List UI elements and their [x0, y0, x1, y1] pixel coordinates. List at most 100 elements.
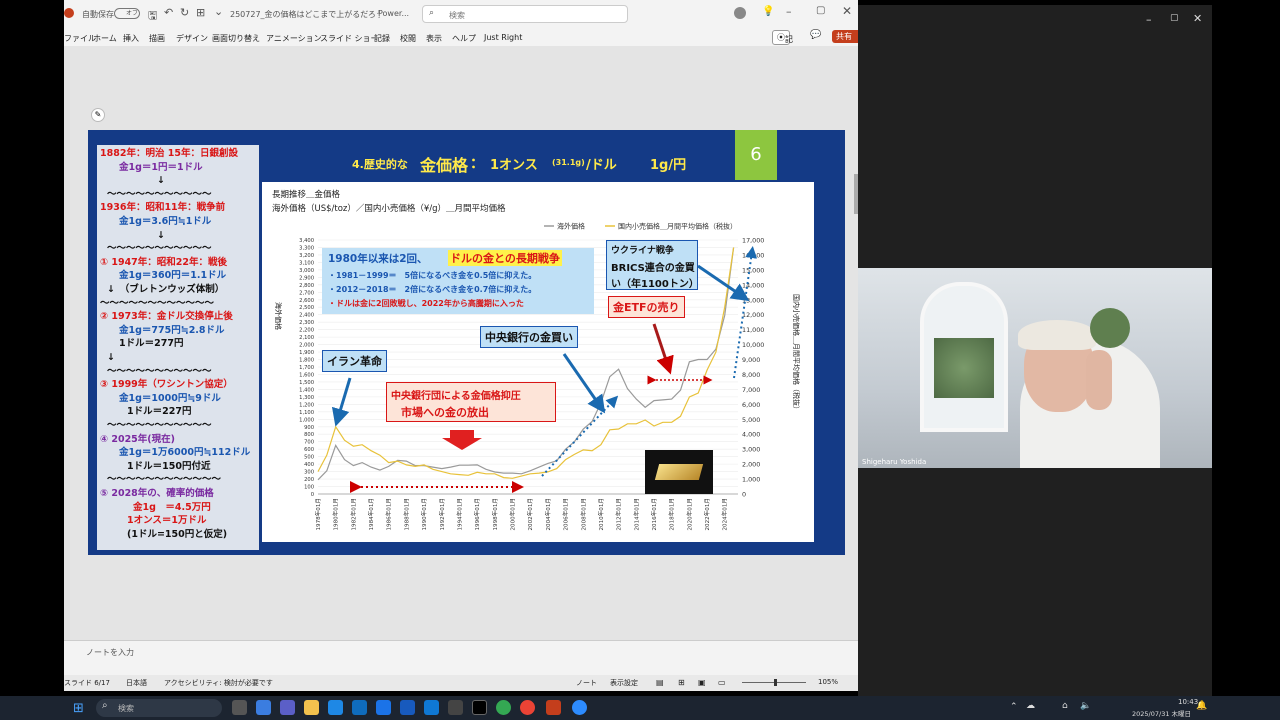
- tab-animations[interactable]: アニメーション: [266, 33, 322, 44]
- network-icon[interactable]: ⌂: [1062, 701, 1068, 711]
- y-tick-label: 400: [304, 462, 314, 468]
- draw-tool-icon[interactable]: ✎: [91, 108, 105, 122]
- y-tick-label: 1,300: [299, 395, 314, 401]
- present-icon[interactable]: ⊞: [196, 6, 205, 19]
- mail-icon[interactable]: [376, 700, 391, 715]
- y-axis-label: 海外価格: [274, 302, 283, 330]
- tab-view[interactable]: 表示: [426, 33, 442, 44]
- chrome-icon[interactable]: [496, 700, 511, 715]
- war-annotation-box: 1980年以来は2回、 ドルの金との長期戦争 ・1981－1999＝ 5倍になる…: [322, 248, 594, 314]
- notes-pane[interactable]: ノートを入力: [64, 640, 858, 675]
- central-bank-buy-label: 中央銀行の金買い: [480, 326, 578, 348]
- onedrive-icon[interactable]: ☁: [1026, 701, 1035, 711]
- notes-button[interactable]: ノート: [576, 678, 597, 688]
- video-minimize-icon[interactable]: –: [1146, 13, 1152, 26]
- tab-transitions[interactable]: 画面切り替え: [212, 33, 260, 44]
- y-tick-label: 2,000: [299, 343, 314, 349]
- war-title: 1980年以来は2回、: [328, 253, 428, 265]
- undo-icon[interactable]: ↶: [164, 6, 173, 19]
- history-line: ～～～～～～～～～～～～: [100, 297, 215, 309]
- y-tick-label: 2,700: [299, 290, 314, 296]
- copilot-icon[interactable]: [256, 700, 271, 715]
- task-view-icon[interactable]: [232, 700, 247, 715]
- y2-tick-label: 11,000: [742, 326, 764, 334]
- tab-draw[interactable]: 描画: [149, 33, 165, 44]
- more-icon[interactable]: ⌄: [214, 5, 223, 18]
- sorter-view-icon[interactable]: ⊞: [678, 678, 685, 687]
- volume-icon[interactable]: 🔈: [1080, 701, 1091, 711]
- search-box[interactable]: ⌕ 検索: [422, 5, 628, 23]
- powerpoint-icon[interactable]: [546, 700, 561, 715]
- teams-icon[interactable]: [280, 700, 295, 715]
- terminal-icon[interactable]: [448, 700, 463, 715]
- slide[interactable]: 1882年：明治 15年：日銀創設 金1g＝1円＝1ドル ↓ ～～～～～～～～～～～ 1…: [88, 130, 845, 555]
- maximize-icon[interactable]: ▢: [816, 5, 825, 16]
- slide-title: 4.歴史的な 金価格 ： 1オンス (31.1g) /ドル 1g/円: [268, 148, 738, 178]
- zoom-slider-handle[interactable]: [774, 679, 777, 686]
- close-icon[interactable]: ✕: [842, 4, 852, 18]
- y-tick-label: 3,400: [299, 238, 314, 244]
- outlook-icon[interactable]: [424, 700, 439, 715]
- x-tick-label: 2020年01月: [685, 498, 693, 531]
- history-line: ～～～～～～～～～～～: [107, 365, 212, 377]
- history-line: ① 1947年：昭和22年：戦後: [100, 256, 228, 268]
- normal-view-icon[interactable]: ▤: [656, 678, 664, 687]
- explorer-icon[interactable]: [304, 700, 319, 715]
- reading-view-icon[interactable]: ▣: [698, 678, 706, 687]
- tab-just-right[interactable]: Just Right: [484, 33, 522, 42]
- language[interactable]: 日本語: [126, 678, 147, 688]
- y-tick-label: 2,900: [299, 275, 314, 281]
- zoom-level[interactable]: 105%: [818, 678, 838, 686]
- y2-tick-label: 12,000: [742, 311, 764, 319]
- y-tick-label: 1,200: [299, 402, 314, 408]
- display-settings-button[interactable]: 表示設定: [610, 678, 638, 688]
- minimize-icon[interactable]: –: [786, 5, 792, 18]
- x-tick-label: 1978年01月: [314, 498, 322, 531]
- tab-record[interactable]: 記録: [374, 33, 390, 44]
- ukraine-arrow: [697, 264, 750, 302]
- taskbar-search[interactable]: ⌕ 検索: [96, 699, 222, 717]
- tray-chevron-icon[interactable]: ⌃: [1010, 702, 1018, 712]
- tab-insert[interactable]: 挿入: [123, 33, 139, 44]
- tab-file[interactable]: ファイル: [64, 33, 96, 44]
- tab-design[interactable]: デザイン: [176, 33, 208, 44]
- notification-icon[interactable]: 🔔: [1196, 701, 1207, 711]
- x-tick-label: 1998年01月: [491, 498, 499, 531]
- taskbar: ⊞ ⌕ 検索 ⌃ ☁ ⌂ 🔈 10:43 2025/07/31 木曜日 🔔: [0, 696, 1280, 720]
- store-icon[interactable]: [352, 700, 367, 715]
- clock-date[interactable]: 2025/07/31 木曜日: [1132, 708, 1191, 718]
- suppression-label: 中央銀行団による金価格抑圧 市場への金の放出: [386, 382, 556, 422]
- save-icon[interactable]: 🖫: [148, 7, 157, 26]
- slideshow-icon[interactable]: ▭: [718, 678, 726, 687]
- tab-review[interactable]: 校閲: [400, 33, 416, 44]
- x-tick-label: 2014年01月: [632, 498, 640, 531]
- y-tick-label: 200: [304, 477, 314, 483]
- notes-placeholder: ノートを入力: [86, 648, 134, 657]
- title-per: /ドル: [586, 158, 617, 173]
- autosave-toggle[interactable]: オフ: [114, 8, 140, 19]
- tab-help[interactable]: ヘルプ: [452, 33, 476, 44]
- video-close-icon[interactable]: ✕: [1193, 12, 1202, 25]
- history-line: 1936年：昭和11年：戦争前: [100, 202, 226, 214]
- y2-tick-label: 15,000: [742, 266, 764, 274]
- autosave-label: 自動保存: [82, 10, 114, 19]
- comment-icon[interactable]: 💬: [810, 30, 821, 40]
- lightbulb-icon[interactable]: 💡: [762, 6, 774, 17]
- chrome-profile-icon[interactable]: [520, 700, 535, 715]
- zoom-icon[interactable]: [572, 700, 587, 715]
- y2-axis-label: 国内小売価格＿月間平均価格（税抜）: [792, 294, 801, 413]
- accessibility-status[interactable]: アクセシビリティ: 検討が必要です: [164, 678, 273, 688]
- x-tick-label: 2008年01月: [579, 498, 587, 531]
- tab-slideshow[interactable]: スライド ショー: [320, 33, 379, 44]
- word-icon[interactable]: [400, 700, 415, 715]
- share-button[interactable]: 共有: [832, 30, 858, 43]
- user-avatar-icon[interactable]: [734, 7, 746, 19]
- video-maximize-icon[interactable]: ▢: [1170, 13, 1179, 23]
- record-button[interactable]: ⦿ 記録: [772, 30, 793, 55]
- redo-icon[interactable]: ↻: [180, 6, 189, 19]
- x-icon[interactable]: [472, 700, 487, 715]
- slide-counter: スライド 6/17: [64, 679, 110, 687]
- windows-start-icon[interactable]: ⊞: [73, 701, 84, 716]
- edge-icon[interactable]: [328, 700, 343, 715]
- tab-home[interactable]: ホーム: [93, 33, 117, 44]
